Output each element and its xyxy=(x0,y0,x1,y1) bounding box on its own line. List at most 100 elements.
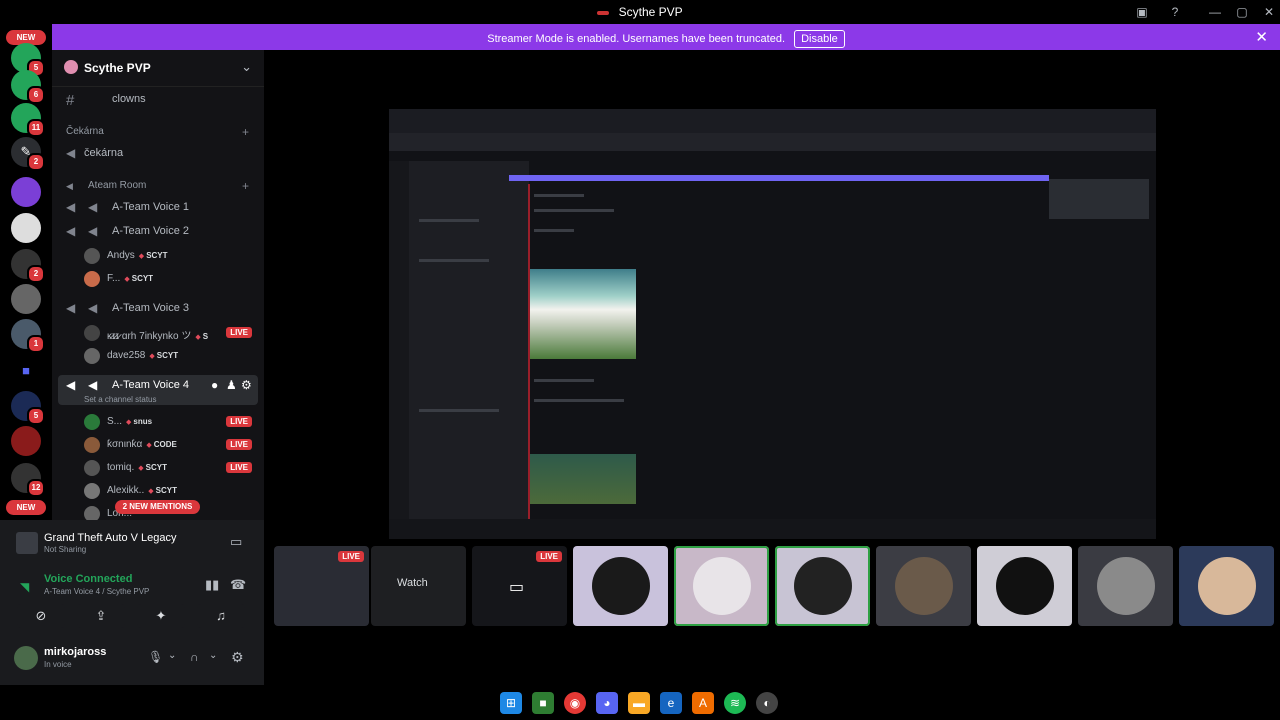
voice-location[interactable]: A-Team Voice 4 / Scythe PVP xyxy=(44,587,149,596)
server-icon[interactable]: 1 xyxy=(11,319,45,353)
screen-share-button[interactable]: ⇪ xyxy=(77,604,125,628)
voice-user[interactable]: F...SCYT xyxy=(52,269,264,291)
stream-tile[interactable]: LIVE ▭ xyxy=(472,546,567,626)
stream-text-line xyxy=(534,194,584,197)
server-icon[interactable]: 6 xyxy=(11,70,45,104)
voice-channel-ateam-2[interactable]: ◀ ◀ A-Team Voice 2 xyxy=(52,221,264,243)
stream-text-line xyxy=(534,379,594,382)
stream-thumbnail xyxy=(530,454,636,504)
server-icon[interactable] xyxy=(11,213,41,243)
participant-tile[interactable] xyxy=(573,546,668,626)
server-icon-active[interactable]: 2 xyxy=(11,249,45,283)
noise-suppression-icon[interactable]: ▮▮ xyxy=(205,577,219,593)
channel-status[interactable]: Set a channel status xyxy=(84,395,157,404)
share-game-icon[interactable]: ▭ xyxy=(230,534,242,550)
server-name: Scythe PVP xyxy=(84,61,151,75)
participant-tile[interactable] xyxy=(775,546,870,626)
voice-user[interactable]: AndysSCYT xyxy=(52,246,264,268)
voice-user[interactable]: ᴋ̷ɪ̷ɪ̷ ɑrh 7inkynko ツS LIVE xyxy=(52,323,264,345)
minimize-button[interactable]: — xyxy=(1206,3,1224,21)
stream-tabs xyxy=(389,133,1156,151)
hash-icon: # xyxy=(66,92,75,109)
voice-connected-status[interactable]: Voice Connected xyxy=(44,573,132,585)
participant-tile[interactable] xyxy=(876,546,971,626)
close-window-button[interactable]: ✕ xyxy=(1260,3,1278,21)
voice-channel-ateam-3[interactable]: ◀ ◀ A-Team Voice 3 xyxy=(52,298,264,320)
maximize-button[interactable]: ▢ xyxy=(1233,3,1251,21)
soundboard-button[interactable]: ♫ xyxy=(197,604,245,628)
server-header[interactable]: Scythe PVP ⌄ xyxy=(52,50,264,87)
chevron-down-icon[interactable]: ⌄ xyxy=(209,650,217,661)
voice-channel-ateam-4[interactable]: ◀ ◀ A-Team Voice 4 Set a channel status … xyxy=(58,375,258,405)
minecraft-icon[interactable]: ■ xyxy=(532,692,554,714)
new-mentions-pill[interactable]: 2 NEW MENTIONS xyxy=(115,500,200,514)
disable-streamer-mode-button[interactable]: Disable xyxy=(794,30,845,48)
invite-icon[interactable]: ♟ xyxy=(226,378,237,392)
server-icon[interactable]: 11 xyxy=(11,103,45,137)
camera-button[interactable]: ⊘ xyxy=(17,604,65,628)
username[interactable]: mirkojaross xyxy=(44,646,106,658)
speaker-icon: ◀ xyxy=(66,378,76,392)
stream-tile[interactable]: LIVE xyxy=(274,546,369,626)
plus-icon[interactable]: + xyxy=(242,125,249,139)
plus-icon[interactable]: + xyxy=(242,179,249,193)
category-cekarna[interactable]: Čekárna + xyxy=(52,122,264,144)
new-unread-pill[interactable]: NEW xyxy=(6,500,46,515)
file-explorer-icon[interactable]: ▬ xyxy=(628,692,650,714)
chevron-down-icon[interactable]: ⌄ xyxy=(168,650,176,661)
game-sub: Not Sharing xyxy=(44,545,87,554)
server-icon[interactable] xyxy=(11,426,41,456)
game-icon xyxy=(16,532,38,554)
app-icon[interactable]: ◐ xyxy=(756,692,778,714)
inbox-icon[interactable]: ▣ xyxy=(1133,3,1151,21)
voice-user[interactable]: S...snus LIVE xyxy=(52,412,264,434)
server-folder[interactable]: ■ xyxy=(11,356,41,386)
chrome-icon[interactable]: ◉ xyxy=(564,692,586,714)
chevron-down-icon[interactable]: ⌄ xyxy=(241,59,252,75)
participant-tile[interactable] xyxy=(674,546,769,626)
gear-icon[interactable]: ⚙ xyxy=(241,378,252,392)
server-icon[interactable]: 5 xyxy=(11,43,45,77)
stream-text-line xyxy=(419,219,479,222)
server-icon[interactable] xyxy=(11,284,41,314)
voice-channel-cekarna[interactable]: ◀ čekárna xyxy=(52,143,264,165)
voice-user[interactable]: tomiq.SCYT LIVE xyxy=(52,458,264,480)
activities-button[interactable]: ✦ xyxy=(137,604,185,628)
discord-icon[interactable]: ◕ xyxy=(596,692,618,714)
channel-clowns[interactable]: # clowns xyxy=(52,89,264,111)
microphone-icon[interactable]: 🎙 xyxy=(148,650,163,664)
taskbar: ⊞ ■ ◉ ◕ ▬ e A ≋ ◐ xyxy=(470,688,810,718)
voice-user[interactable]: ƙσnιnƙαCODE LIVE xyxy=(52,435,264,457)
app-icon[interactable]: A xyxy=(692,692,714,714)
windows-start-icon[interactable]: ⊞ xyxy=(500,692,522,714)
category-ateam-room[interactable]: ◀ Ateam Room + xyxy=(52,176,264,198)
avatar xyxy=(895,557,953,615)
help-icon[interactable]: ? xyxy=(1166,3,1184,21)
voice-user[interactable]: dave258SCYT xyxy=(52,346,264,368)
avatar xyxy=(84,483,100,499)
camera-off-icon: ⊘ xyxy=(35,608,47,623)
headphones-icon[interactable]: ∩ xyxy=(190,650,199,664)
voice-channel-ateam-1[interactable]: ◀ ◀ A-Team Voice 1 xyxy=(52,197,264,219)
spotify-icon[interactable]: ≋ xyxy=(724,692,746,714)
live-badge: LIVE xyxy=(226,416,252,427)
gear-icon[interactable]: ⚙ xyxy=(231,649,244,666)
server-icon[interactable]: 5 xyxy=(11,391,45,425)
participant-tile[interactable] xyxy=(977,546,1072,626)
stream-viewer[interactable] xyxy=(389,109,1156,539)
server-icon[interactable] xyxy=(11,177,41,207)
watch-button[interactable]: Watch xyxy=(397,577,428,589)
avatar[interactable] xyxy=(14,646,38,670)
participant-tile[interactable] xyxy=(1179,546,1274,626)
window-title: Scythe PVP xyxy=(0,5,1280,19)
disconnect-icon[interactable]: ☎ xyxy=(230,577,246,593)
participant-tile[interactable] xyxy=(1078,546,1173,626)
edge-icon[interactable]: e xyxy=(660,692,682,714)
stream-tile-watch[interactable]: Watch xyxy=(371,546,466,626)
stream-text-line xyxy=(534,229,574,232)
speaker-icon: ◀ xyxy=(66,200,76,214)
server-icon[interactable]: ✎ 2 xyxy=(11,137,45,171)
server-icon[interactable]: 12 xyxy=(11,463,45,497)
close-banner-icon[interactable]: ✕ xyxy=(1255,28,1268,46)
chat-icon[interactable]: ● xyxy=(211,378,218,392)
